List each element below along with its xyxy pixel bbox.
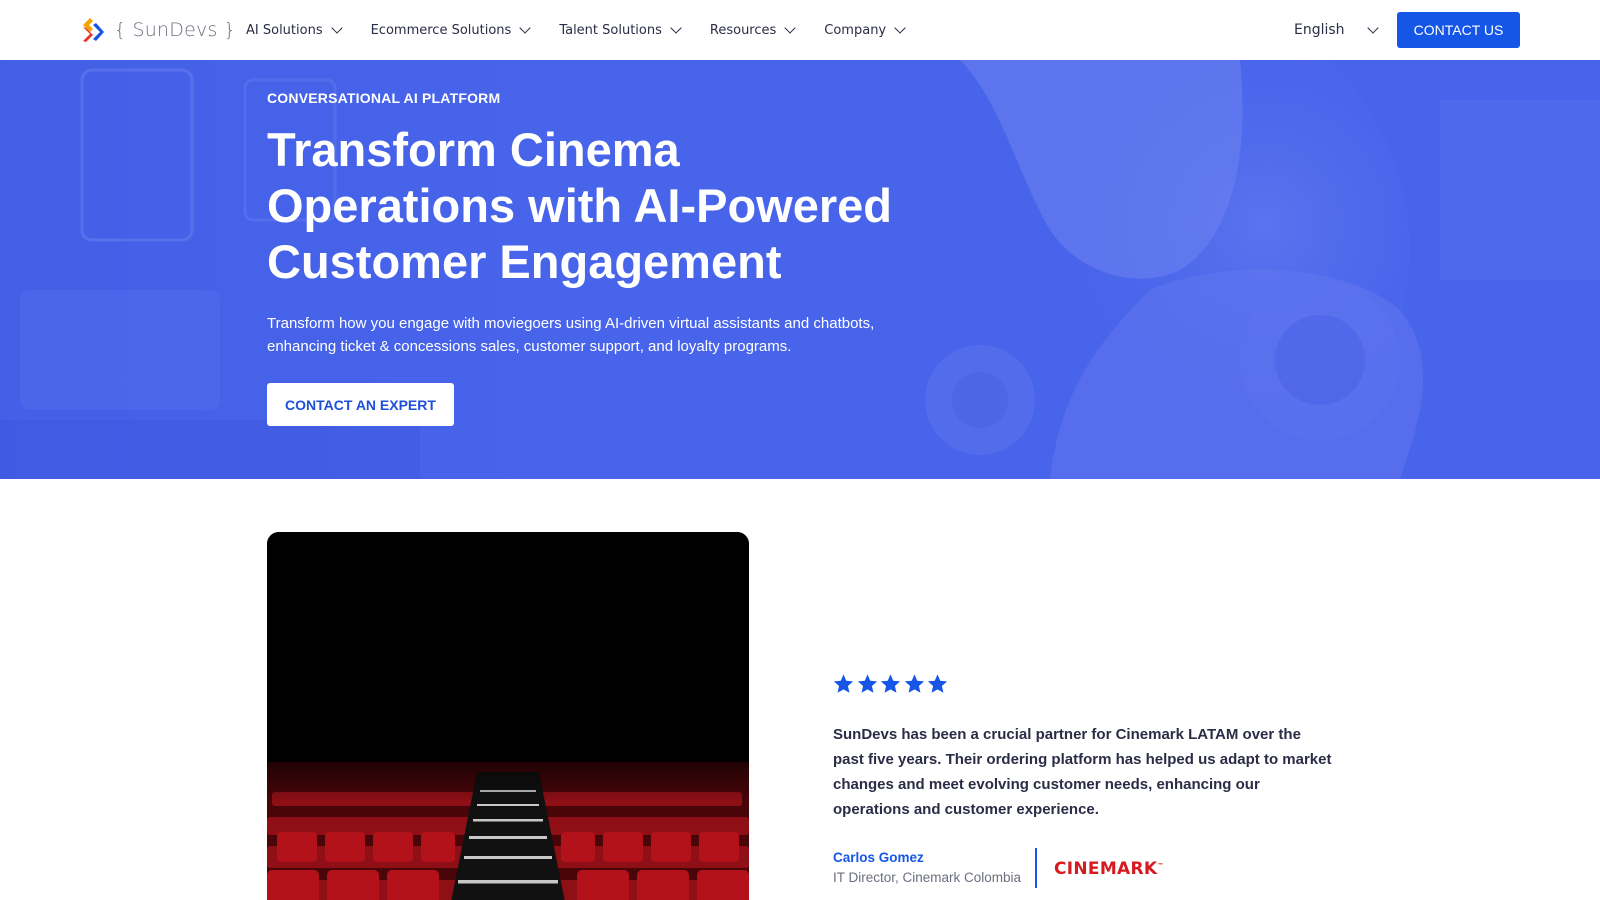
quote-line: operations and customer experience. — [833, 801, 1099, 818]
hero-eyebrow: CONVERSATIONAL AI PLATFORM — [267, 90, 501, 106]
hero-subtitle-line: Transform how you engage with moviegoers… — [267, 315, 875, 332]
hero-banner: CONVERSATIONAL AI PLATFORM Transform Cin… — [0, 60, 1600, 479]
main-nav: AI Solutions Ecommerce Solutions Talent … — [246, 0, 934, 60]
chevron-down-icon — [670, 22, 682, 34]
chevron-down-icon — [784, 22, 796, 34]
nav-item-label: Ecommerce Solutions — [370, 22, 512, 38]
sundevs-chevron-logo-icon — [83, 18, 104, 42]
cinemark-logo-text: CINEMARK — [1054, 859, 1158, 879]
top-navbar: { SunDevs } AI Solutions Ecommerce Solut… — [0, 0, 1600, 60]
author-logo-divider — [1035, 848, 1037, 888]
quote-line: SunDevs has been a crucial partner for C… — [833, 726, 1301, 743]
trademark-mark: ™ — [1157, 862, 1164, 870]
chevron-down-icon — [1366, 22, 1379, 34]
nav-resources[interactable]: Resources — [709, 22, 796, 38]
logo-wordmark: { SunDevs } — [114, 19, 237, 41]
star-icon — [857, 674, 877, 693]
nav-talent-solutions[interactable]: Talent Solutions — [559, 22, 682, 38]
nav-item-label: Talent Solutions — [559, 22, 662, 38]
testimonial-author-role: IT Director, Cinemark Colombia — [833, 870, 1022, 885]
star-icon — [833, 674, 854, 693]
cinemark-logo: CINEMARK™ — [1054, 859, 1164, 879]
hero-title: Transform Cinema Operations with AI-Powe… — [267, 122, 947, 290]
quote-line: changes and meet evolving customer needs… — [833, 776, 1260, 793]
star-icon — [880, 674, 901, 693]
nav-ecommerce-solutions[interactable]: Ecommerce Solutions — [370, 22, 531, 38]
cinema-seats-illustration — [267, 532, 749, 900]
nav-company[interactable]: Company — [824, 22, 906, 38]
hero-title-line: Transform Cinema — [267, 123, 680, 176]
hero-title-line: Customer Engagement — [267, 235, 782, 288]
cinema-theater-image — [267, 532, 749, 900]
sundevs-logo[interactable]: { SunDevs } — [80, 16, 236, 44]
chevron-down-icon — [519, 22, 531, 34]
chevron-down-icon — [894, 22, 906, 34]
contact-expert-button[interactable]: CONTACT AN EXPERT — [267, 383, 454, 426]
rating-stars — [832, 673, 950, 695]
language-selector[interactable]: English — [1294, 0, 1379, 60]
testimonial-quote: SunDevs has been a crucial partner for C… — [833, 722, 1353, 822]
star-icon — [904, 674, 924, 693]
hero-subtitle-line: enhancing ticket & concessions sales, cu… — [267, 338, 792, 355]
chevron-down-icon — [330, 22, 343, 34]
quote-line: past five years. Their ordering platform… — [833, 751, 1332, 768]
testimonial-author-name: Carlos Gomez — [833, 850, 924, 865]
star-icon — [927, 674, 948, 693]
nav-item-label: AI Solutions — [246, 22, 323, 38]
hero-title-line: Operations with AI-Powered — [267, 179, 892, 232]
nav-item-label: Company — [824, 22, 887, 38]
language-label: English — [1294, 22, 1345, 38]
contact-us-button[interactable]: CONTACT US — [1397, 12, 1520, 48]
nav-item-label: Resources — [709, 22, 777, 38]
hero-subtitle: Transform how you engage with moviegoers… — [267, 312, 907, 358]
nav-ai-solutions[interactable]: AI Solutions — [246, 22, 343, 38]
